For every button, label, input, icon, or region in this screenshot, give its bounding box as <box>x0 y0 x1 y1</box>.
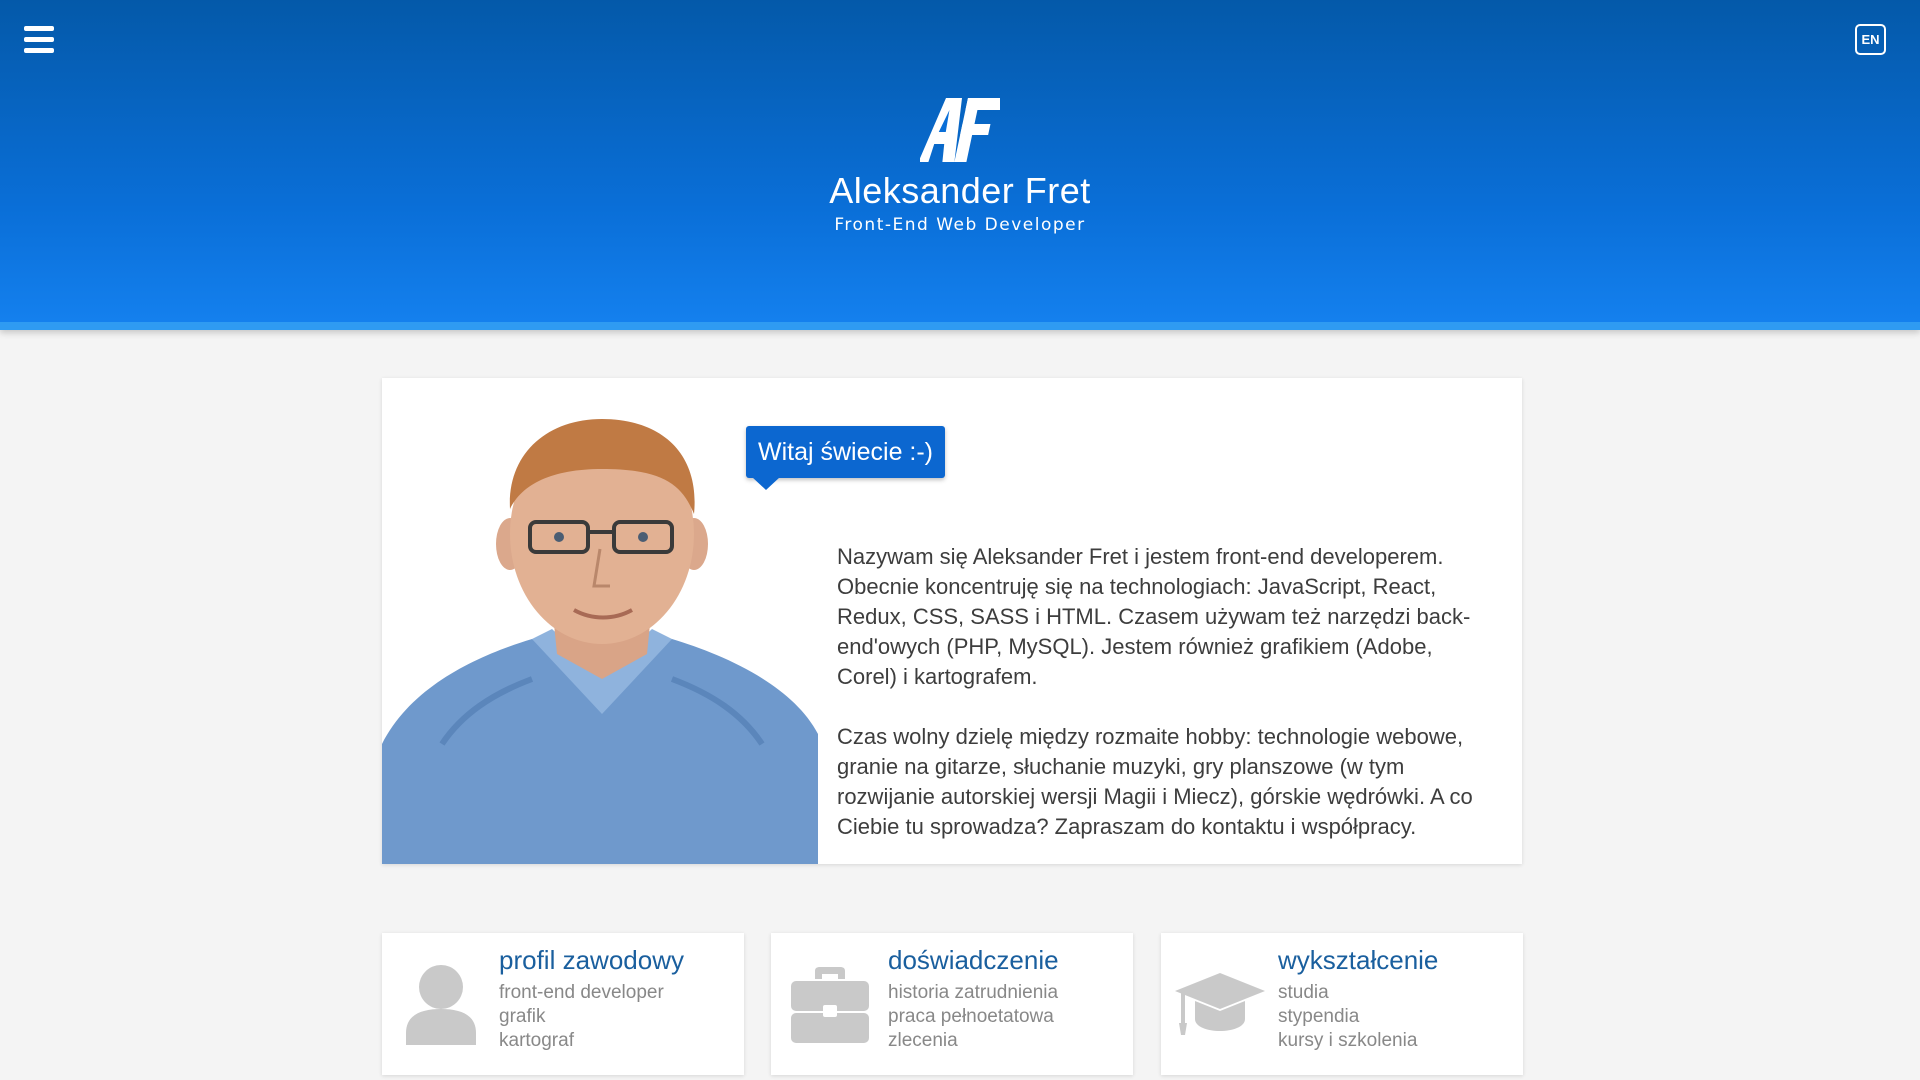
feature-card-experience[interactable]: doświadczenie historia zatrudnienia prac… <box>771 933 1133 1075</box>
brand: Aleksander Fret Front-End Web Developer <box>0 98 1920 236</box>
intro-paragraph: Nazywam się Aleksander Fret i jestem fro… <box>837 544 1471 689</box>
hamburger-line <box>24 37 54 42</box>
intro-paragraph: Czas wolny dzielę między rozmaite hobby:… <box>837 724 1473 839</box>
feature-card-profile[interactable]: profil zawodowy front-end developer graf… <box>382 933 744 1075</box>
feature-list-item: kursy i szkolenia <box>1278 1030 1418 1051</box>
feature-list-item: grafik <box>499 1006 546 1027</box>
feature-title: doświadczenie <box>888 945 1059 975</box>
greeting-bubble: Witaj świecie :-) <box>746 426 946 490</box>
feature-list-item: praca pełnoetatowa <box>888 1006 1054 1027</box>
feature-list-item: studia <box>1278 982 1329 1003</box>
site-header: EN Aleksander Fret Front-End Web Develop… <box>0 0 1920 330</box>
intro-text: Nazywam się Aleksander Fret i jestem fro… <box>837 542 1497 864</box>
briefcase-icon <box>791 967 869 1043</box>
af-logo-icon <box>920 98 1000 162</box>
feature-list-item: stypendia <box>1278 1006 1360 1027</box>
feature-title: wykształcenie <box>1278 945 1439 975</box>
hamburger-menu-button[interactable] <box>24 26 56 56</box>
feature-list: front-end developer grafik kartograf <box>499 981 664 1053</box>
user-icon <box>406 965 476 1045</box>
site-owner-name: Aleksander Fret <box>829 170 1091 211</box>
feature-list-item: front-end developer <box>499 982 664 1003</box>
feature-list-item: kartograf <box>499 1030 574 1051</box>
hamburger-line <box>24 48 54 53</box>
feature-list-item: historia zatrudnienia <box>888 982 1059 1003</box>
language-switch-button[interactable]: EN <box>1855 24 1886 55</box>
feature-list: historia zatrudnienia praca pełnoetatowa… <box>888 981 1058 1053</box>
intro-card: Witaj świecie :-) Nazywam się Aleksander… <box>382 378 1522 864</box>
graduation-cap-icon <box>1175 973 1265 1035</box>
feature-title: profil zawodowy <box>499 945 684 975</box>
site-owner-role: Front-End Web Developer <box>834 215 1086 235</box>
feature-list: studia stypendia kursy i szkolenia <box>1278 981 1417 1053</box>
hamburger-line <box>24 26 54 31</box>
feature-list-item: zlecenia <box>888 1030 958 1051</box>
feature-card-education[interactable]: wykształcenie studia stypendia kursy i s… <box>1161 933 1523 1075</box>
